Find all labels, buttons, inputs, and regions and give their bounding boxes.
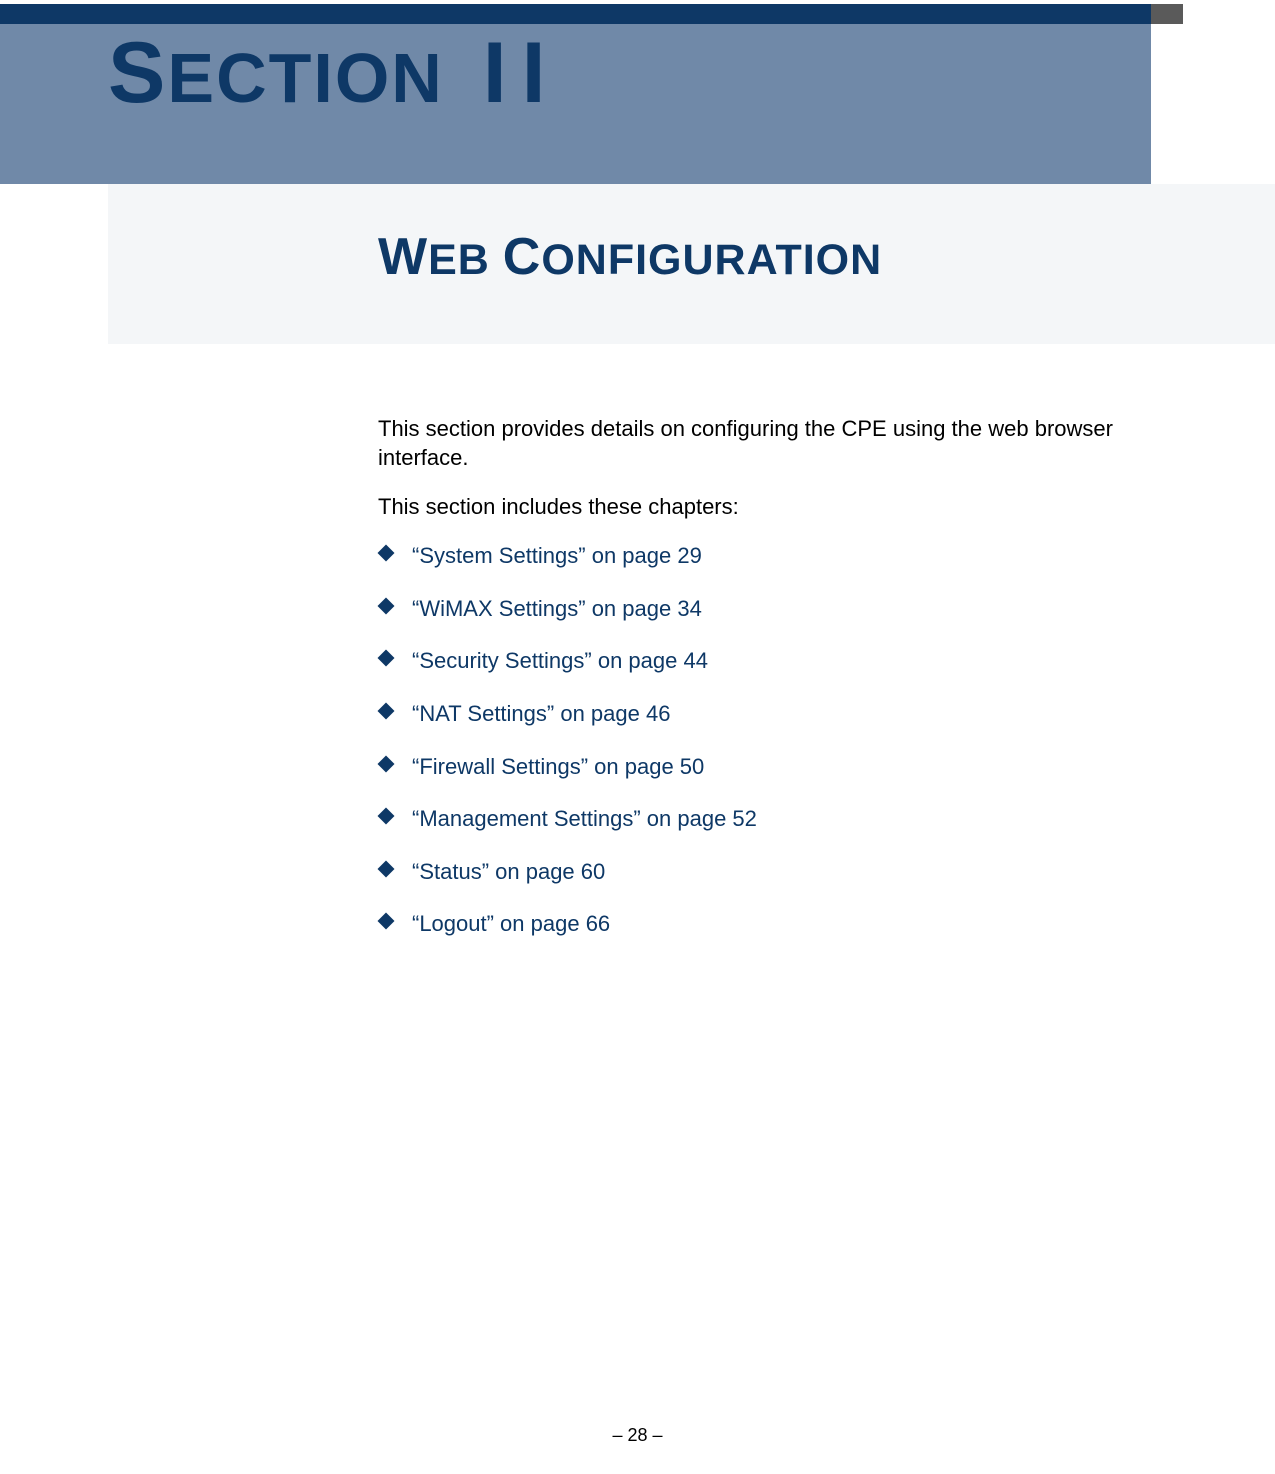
- chapter-link[interactable]: “Logout” on page 66: [378, 910, 1178, 939]
- chapter-label: “WiMAX Settings” on page 34: [412, 596, 702, 621]
- chapter-label: “NAT Settings” on page 46: [412, 701, 670, 726]
- diamond-icon: [378, 755, 395, 772]
- chapter-link[interactable]: “NAT Settings” on page 46: [378, 700, 1178, 729]
- chapter-label: “Security Settings” on page 44: [412, 648, 708, 673]
- diamond-icon: [378, 702, 395, 719]
- chapter-link[interactable]: “Firewall Settings” on page 50: [378, 753, 1178, 782]
- chapters-intro: This section includes these chapters:: [378, 494, 1178, 520]
- page-title: WEB CONFIGURATION: [378, 227, 882, 287]
- section-title-body: ECTION: [167, 39, 443, 117]
- section-title-initial: S: [108, 25, 167, 121]
- chapter-link[interactable]: “Security Settings” on page 44: [378, 647, 1178, 676]
- top-border-bar: [0, 4, 1275, 24]
- section-title-num-space: I: [444, 25, 522, 121]
- section-title: SECTION II: [108, 24, 548, 123]
- chapter-label: “Status” on page 60: [412, 859, 605, 884]
- top-border-notch: [1151, 4, 1183, 24]
- diamond-icon: [378, 860, 395, 877]
- intro-paragraph: This section provides details on configu…: [378, 415, 1178, 472]
- chapter-link[interactable]: “WiMAX Settings” on page 34: [378, 595, 1178, 624]
- page-title-c: C: [503, 228, 542, 286]
- chapter-label: “Logout” on page 66: [412, 911, 610, 936]
- diamond-icon: [378, 597, 395, 614]
- diamond-icon: [378, 650, 395, 667]
- chapter-list: “System Settings” on page 29 “WiMAX Sett…: [378, 542, 1178, 939]
- section-title-num: I: [522, 25, 548, 121]
- chapter-label: “Firewall Settings” on page 50: [412, 754, 704, 779]
- diamond-icon: [378, 913, 395, 930]
- page-title-onfig: ONFIGURATION: [541, 236, 882, 284]
- chapter-link[interactable]: “Status” on page 60: [378, 858, 1178, 887]
- page-title-w: W: [378, 228, 428, 286]
- page-footer: – 28 –: [0, 1425, 1275, 1446]
- page-title-eb: EB: [428, 236, 503, 284]
- chapter-label: “Management Settings” on page 52: [412, 806, 757, 831]
- chapter-link[interactable]: “System Settings” on page 29: [378, 542, 1178, 571]
- diamond-icon: [378, 545, 395, 562]
- diamond-icon: [378, 808, 395, 825]
- chapter-label: “System Settings” on page 29: [412, 543, 702, 568]
- body-content: This section provides details on configu…: [378, 415, 1178, 963]
- top-border-right-white: [1183, 4, 1275, 24]
- chapter-link[interactable]: “Management Settings” on page 52: [378, 805, 1178, 834]
